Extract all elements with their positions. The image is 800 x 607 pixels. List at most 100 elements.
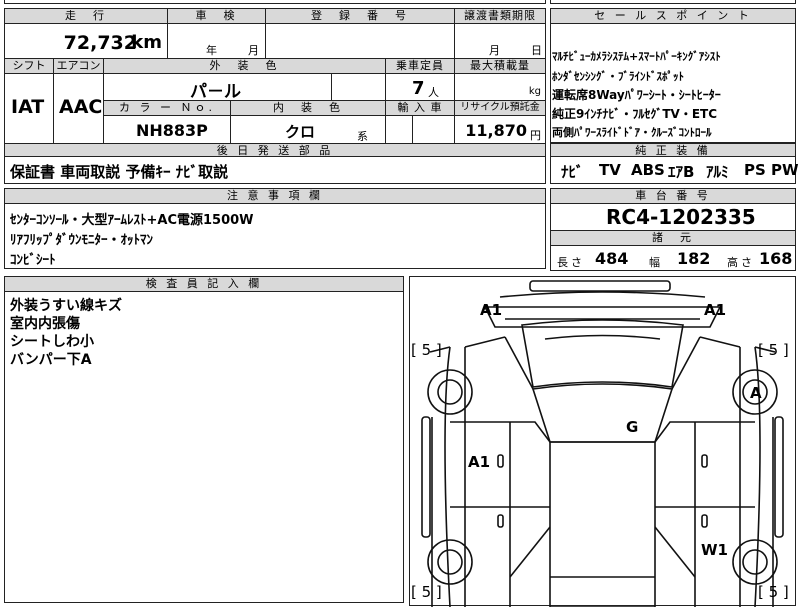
interior-color-header: 内 装 色 bbox=[230, 100, 386, 116]
vehicle-diagram: A1 A1 [ 5 ] [ 5 ] A G A1 W1 [ 5 ] [ 5 ] bbox=[409, 276, 796, 607]
equip-navi: ﾅﾋﾞ bbox=[561, 163, 584, 181]
color-no-value: NH883P bbox=[136, 121, 208, 140]
dimensions-cell: 長さ 484 幅 182 高さ 168 bbox=[550, 245, 796, 271]
sales-point-1: ﾏﾙﾁﾋﾞｭｰｶﾒﾗｼｽﾃﾑ+ｽﾏｰﾄﾊﾟｰｷﾝｸﾞｱｼｽﾄ bbox=[552, 50, 721, 63]
mark-roof-g: G bbox=[626, 418, 639, 436]
equip-ps: PS bbox=[744, 161, 766, 179]
sales-point-4: 純正9ｲﾝﾁﾅﾋﾞ・ﾌﾙｾｸﾞTV・ETC bbox=[552, 107, 718, 121]
later-parts-header: 後 日 発 送 部 品 bbox=[4, 143, 546, 157]
sales-point-3: 運転席8Wayﾊﾟﾜｰｼｰﾄ・ｼｰﾄﾋｰﾀｰ bbox=[552, 88, 721, 102]
inspector-cell: 外装うすい線キズ 室内内張傷 シートしわ小 バンパー下A bbox=[4, 291, 404, 603]
interior-color-cell: クロ 系 bbox=[230, 115, 386, 144]
genuine-equipment-cell: ﾅﾋﾞ TV ABS ｴｱB ｱﾙﾐ PS PW bbox=[550, 156, 799, 184]
aircon-cell: AAC bbox=[53, 73, 104, 144]
equip-pw: PW bbox=[771, 161, 799, 179]
inspection-cell: 年 月 bbox=[167, 23, 266, 59]
notes-line-2: ﾘｱﾌﾘｯﾌﾟﾀﾞｳﾝﾓﾆﾀｰ・ｵｯﾄﾏﾝ bbox=[10, 233, 154, 248]
equip-tv: TV bbox=[599, 161, 621, 179]
vehicle-outline-svg bbox=[421, 280, 784, 607]
color-no-header: カ ラ ー Ｎｏ. bbox=[103, 100, 231, 116]
transfer-deadline-cell: 月 日 bbox=[454, 23, 546, 59]
mark-tire-fr: [ 5 ] bbox=[758, 341, 789, 359]
exterior-color-value: パ－ル bbox=[190, 82, 241, 102]
color-no-cell: NH883P bbox=[103, 115, 231, 144]
later-parts-value: 保証書 車両取説 予備ｷｰ ﾅﾋﾞ取説 bbox=[10, 163, 229, 181]
notes-cell: ｾﾝﾀｰｺﾝｿｰﾙ・大型ｱｰﾑﾚｽﾄ+AC電源1500W ﾘｱﾌﾘｯﾌﾟﾀﾞｳﾝ… bbox=[4, 203, 546, 269]
exterior-color-extra-cell bbox=[331, 73, 386, 101]
mark-tire-fl: [ 5 ] bbox=[411, 341, 442, 359]
equip-airbag: ｴｱB bbox=[668, 163, 695, 181]
shift-cell: IAT bbox=[4, 73, 54, 144]
chassis-header: 車 台 番 号 bbox=[550, 188, 796, 204]
length-value: 484 bbox=[595, 249, 629, 268]
mileage-value: 72,732 bbox=[63, 32, 137, 54]
inspection-header: 車 検 bbox=[167, 8, 266, 24]
inspector-line-1: 外装うすい線キズ bbox=[10, 298, 122, 314]
capacity-value: 7 bbox=[412, 78, 425, 99]
import-cell-b bbox=[412, 115, 455, 144]
shift-header: シフト bbox=[4, 58, 54, 74]
registration-header: 登 録 番 号 bbox=[265, 8, 455, 24]
mark-tire-rl: [ 5 ] bbox=[411, 583, 442, 601]
sales-point-5: 両側ﾊﾟﾜｰｽﾗｲﾄﾞﾄﾞｱ・ｸﾙｰｽﾞｺﾝﾄﾛｰﾙ bbox=[552, 126, 712, 139]
aircon-value: AAC bbox=[59, 96, 103, 118]
inspector-line-3: シートしわ小 bbox=[10, 334, 94, 350]
max-load-unit: kg bbox=[528, 86, 541, 97]
interior-color-suffix: 系 bbox=[357, 130, 368, 143]
width-label: 幅 bbox=[649, 256, 660, 269]
height-value: 168 bbox=[759, 249, 793, 268]
recycle-cell: 11,870 円 bbox=[454, 115, 546, 144]
recycle-header: リサイクル預託金 bbox=[454, 100, 546, 116]
equip-abs: ABS bbox=[631, 161, 665, 179]
height-label: 高さ bbox=[727, 256, 755, 269]
sales-point-2: ﾎﾝﾀﾞｾﾝｼﾝｸﾞ・ﾌﾞﾗｲﾝﾄﾞｽﾎﾟｯﾄ bbox=[552, 70, 684, 83]
top-cut-row bbox=[4, 0, 546, 4]
recycle-unit: 円 bbox=[530, 129, 541, 142]
sales-points-cell: ﾏﾙﾁﾋﾞｭｰｶﾒﾗｼｽﾃﾑ+ｽﾏｰﾄﾊﾟｰｷﾝｸﾞｱｼｽﾄ ﾎﾝﾀﾞｾﾝｼﾝｸ… bbox=[550, 23, 796, 143]
length-label: 長さ bbox=[557, 256, 585, 269]
width-value: 182 bbox=[677, 249, 711, 268]
right-top-cut bbox=[550, 0, 796, 4]
import-cell-a bbox=[385, 115, 413, 144]
equip-alloy: ｱﾙﾐ bbox=[706, 163, 729, 181]
sales-points-header: セ ー ル ス ポ イ ン ト bbox=[550, 8, 796, 24]
registration-cell bbox=[265, 23, 455, 59]
genuine-equipment-header: 純 正 装 備 bbox=[550, 143, 796, 157]
inspection-month-label: 月 bbox=[248, 44, 259, 57]
import-header: 輸 入 車 bbox=[385, 100, 455, 116]
mileage-cell: 72,732 km bbox=[4, 23, 168, 59]
dimensions-header: 諸 元 bbox=[550, 230, 796, 246]
mark-right-rear-w1: W1 bbox=[701, 541, 728, 559]
mark-wheel-right-a: A bbox=[750, 384, 762, 402]
shift-value: IAT bbox=[11, 96, 45, 118]
aircon-header: エアコン bbox=[53, 58, 104, 74]
inspector-line-4: バンパー下A bbox=[10, 352, 92, 368]
mark-front-left-a1: A1 bbox=[480, 301, 503, 319]
transfer-deadline-header: 譲渡書類期限 bbox=[454, 8, 546, 24]
mileage-header: 走 行 bbox=[4, 8, 168, 24]
transfer-day-label: 日 bbox=[531, 44, 542, 57]
exterior-color-cell: パ－ル bbox=[103, 73, 332, 102]
chassis-value: RC4-1202335 bbox=[606, 205, 756, 229]
capacity-unit: 人 bbox=[428, 86, 439, 99]
max-load-header: 最大積載量 bbox=[454, 58, 546, 74]
max-load-cell: kg bbox=[454, 73, 546, 101]
mark-tire-rr: [ 5 ] bbox=[758, 583, 789, 601]
capacity-cell: 7 人 bbox=[385, 73, 455, 101]
notes-line-3: ｺﾝﾋﾞｼｰﾄ bbox=[10, 253, 56, 268]
inspector-line-2: 室内内張傷 bbox=[10, 316, 80, 332]
mark-left-door-a1: A1 bbox=[468, 453, 491, 471]
transfer-month-label: 月 bbox=[489, 44, 500, 57]
recycle-value: 11,870 bbox=[465, 121, 527, 140]
mark-front-right-a1: A1 bbox=[704, 301, 727, 319]
mileage-unit: km bbox=[131, 32, 162, 53]
interior-color-value: クロ bbox=[285, 123, 316, 141]
capacity-header: 乗車定員 bbox=[385, 58, 455, 74]
later-parts-cell: 保証書 車両取説 予備ｷｰ ﾅﾋﾞ取説 bbox=[4, 156, 546, 184]
notes-line-1: ｾﾝﾀｰｺﾝｿｰﾙ・大型ｱｰﾑﾚｽﾄ+AC電源1500W bbox=[10, 213, 254, 228]
exterior-color-header: 外 装 色 bbox=[103, 58, 386, 74]
chassis-cell: RC4-1202335 bbox=[550, 203, 796, 231]
inspector-header: 検 査 員 記 入 欄 bbox=[4, 276, 404, 292]
inspection-year-label: 年 bbox=[206, 44, 217, 57]
notes-header: 注 意 事 項 欄 bbox=[4, 188, 546, 204]
